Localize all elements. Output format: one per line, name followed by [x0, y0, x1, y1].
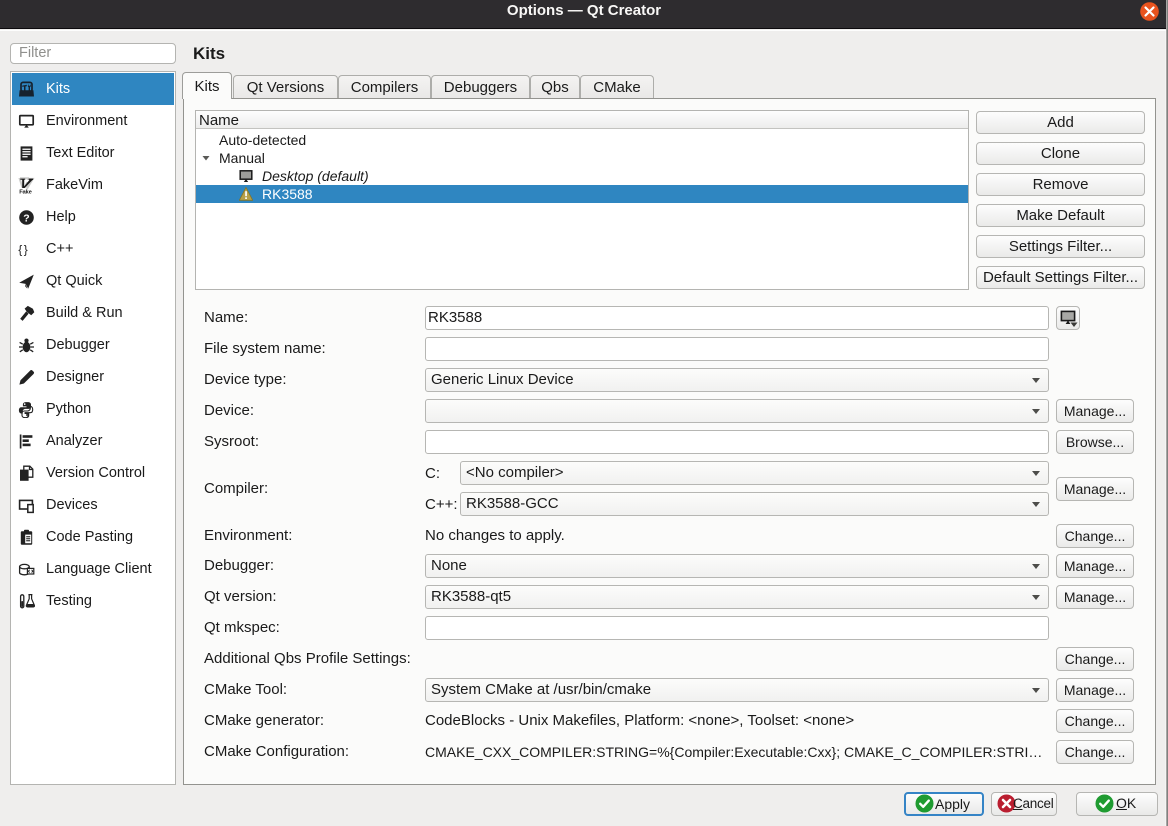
svg-text:{}: {} [18, 243, 29, 257]
svg-text:Fake: Fake [19, 189, 32, 194]
svg-text:?: ? [23, 212, 29, 224]
